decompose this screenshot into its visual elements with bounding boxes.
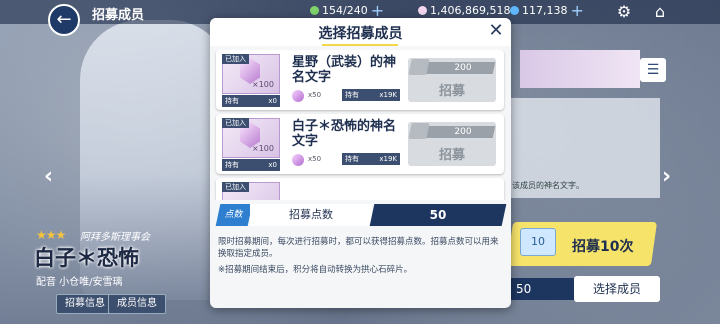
- owned-value: x19K: [379, 155, 397, 163]
- description-text: 限时招募期间，每次进行招募时，都可以获得招募点数。招募点数可以用来换取指定成员。: [218, 237, 499, 259]
- joined-badge: 已加入: [222, 118, 249, 128]
- gem-counter: 1,406,869,518: [418, 4, 510, 17]
- select-member-button[interactable]: 选择成员: [574, 276, 660, 302]
- credit-counter: 117,138 +: [510, 2, 584, 18]
- stamina-icon: [310, 6, 319, 15]
- stamina-counter: 154/240 +: [310, 2, 384, 18]
- cost-value: 200: [454, 63, 472, 73]
- member-card[interactable]: 已加入: [216, 178, 504, 200]
- eleph-count: ×100: [252, 144, 274, 153]
- rarity-stars: ★★★: [36, 228, 66, 242]
- member-card[interactable]: 已加入 ×100 持有 x0 白子＊恐怖的神名文字 x50 持有 x19K 20…: [216, 114, 504, 174]
- eleph-count: ×100: [252, 80, 274, 89]
- owned-value: x0: [268, 161, 277, 169]
- owned-value: x19K: [379, 91, 397, 99]
- credit-icon: [510, 6, 519, 15]
- eleph-small-icon: [292, 90, 304, 102]
- close-icon: ✕: [488, 20, 504, 41]
- points-badge: 点数: [215, 204, 253, 226]
- recruit-points-row: 点数 招募点数 50: [215, 204, 507, 226]
- settings-button[interactable]: ⚙: [614, 2, 634, 22]
- home-icon: ⌂: [654, 2, 666, 21]
- member-name: 白子＊恐怖的神名文字: [292, 119, 397, 149]
- owned-label: 持有: [225, 161, 239, 169]
- club-name: 阿拜多斯理事会: [80, 232, 150, 243]
- next-arrow-icon[interactable]: ›: [662, 164, 671, 189]
- gear-icon: ⚙: [616, 2, 632, 21]
- points-display: 50: [508, 278, 580, 300]
- tab-member-info[interactable]: 成员信息: [108, 294, 166, 314]
- eleph-small-icon: [292, 154, 304, 166]
- title-underline: [322, 44, 398, 46]
- select-recruit-member-dialog: 选择招募成员 ✕ 已加入 ×100 持有 x0 星野（武装）的神名文字 x50 …: [210, 18, 511, 308]
- ticket-icon: 10: [520, 228, 556, 256]
- owned-label: 持有: [345, 91, 359, 99]
- tab-recruit-info[interactable]: 招募信息: [56, 294, 114, 314]
- add-credit-button[interactable]: +: [571, 2, 584, 18]
- back-arrow-icon: ←: [56, 9, 72, 30]
- joined-badge: 已加入: [222, 54, 249, 64]
- recruit-10-label: 招募10次: [572, 239, 634, 255]
- menu-button[interactable]: ☰: [640, 58, 666, 82]
- member-list[interactable]: 已加入 ×100 持有 x0 星野（武装）的神名文字 x50 持有 x19K 2…: [214, 50, 506, 200]
- voice-actor: 配音 小仓唯/安雪璃: [36, 277, 123, 288]
- exchange-amount: x50: [308, 91, 322, 99]
- menu-icon: ☰: [646, 62, 660, 78]
- recruit-button[interactable]: 200 招募: [408, 122, 496, 166]
- owned-count: 持有 x0: [222, 95, 280, 107]
- dialog-title: 选择招募成员: [318, 26, 403, 42]
- points-icon: [408, 59, 430, 75]
- recruit-label: 招募: [438, 84, 465, 99]
- note-text: ※招募期间结束后，积分将自动转换为拱心石碎片。: [218, 265, 413, 275]
- owned-eleph-count: 持有 x19K: [342, 153, 400, 165]
- joined-badge: 已加入: [222, 182, 249, 192]
- owned-label: 持有: [225, 97, 239, 105]
- prev-arrow-icon[interactable]: ‹: [44, 164, 53, 189]
- banner-thumbnails[interactable]: [520, 50, 640, 88]
- home-button[interactable]: ⌂: [650, 2, 670, 22]
- points-value: 50: [429, 208, 447, 222]
- character-name: 白子＊恐怖: [34, 246, 139, 270]
- owned-label: 持有: [345, 155, 359, 163]
- recruit-button[interactable]: 200 招募: [408, 58, 496, 102]
- banner-detail-text: 该成员的神名文字。: [512, 181, 584, 190]
- owned-eleph-count: 持有 x19K: [342, 89, 400, 101]
- cost-value: 200: [454, 127, 472, 137]
- owned-value: x0: [268, 97, 277, 105]
- exchange-amount: x50: [308, 155, 322, 163]
- page-title: 招募成员: [92, 8, 145, 23]
- points-label: 招募点数: [289, 208, 333, 221]
- close-button[interactable]: ✕: [486, 21, 506, 41]
- owned-count: 持有 x0: [222, 159, 280, 171]
- gem-icon: [418, 6, 427, 15]
- back-button[interactable]: ←: [48, 4, 80, 36]
- member-name: 星野（武装）的神名文字: [292, 55, 397, 85]
- points-icon: [408, 123, 430, 139]
- credit-value: 117,138: [522, 4, 568, 17]
- member-card[interactable]: 已加入 ×100 持有 x0 星野（武装）的神名文字 x50 持有 x19K 2…: [216, 50, 504, 110]
- gem-value: 1,406,869,518: [430, 4, 511, 17]
- stamina-value: 154/240: [322, 4, 368, 17]
- recruit-label: 招募: [438, 148, 465, 163]
- add-stamina-button[interactable]: +: [371, 2, 384, 18]
